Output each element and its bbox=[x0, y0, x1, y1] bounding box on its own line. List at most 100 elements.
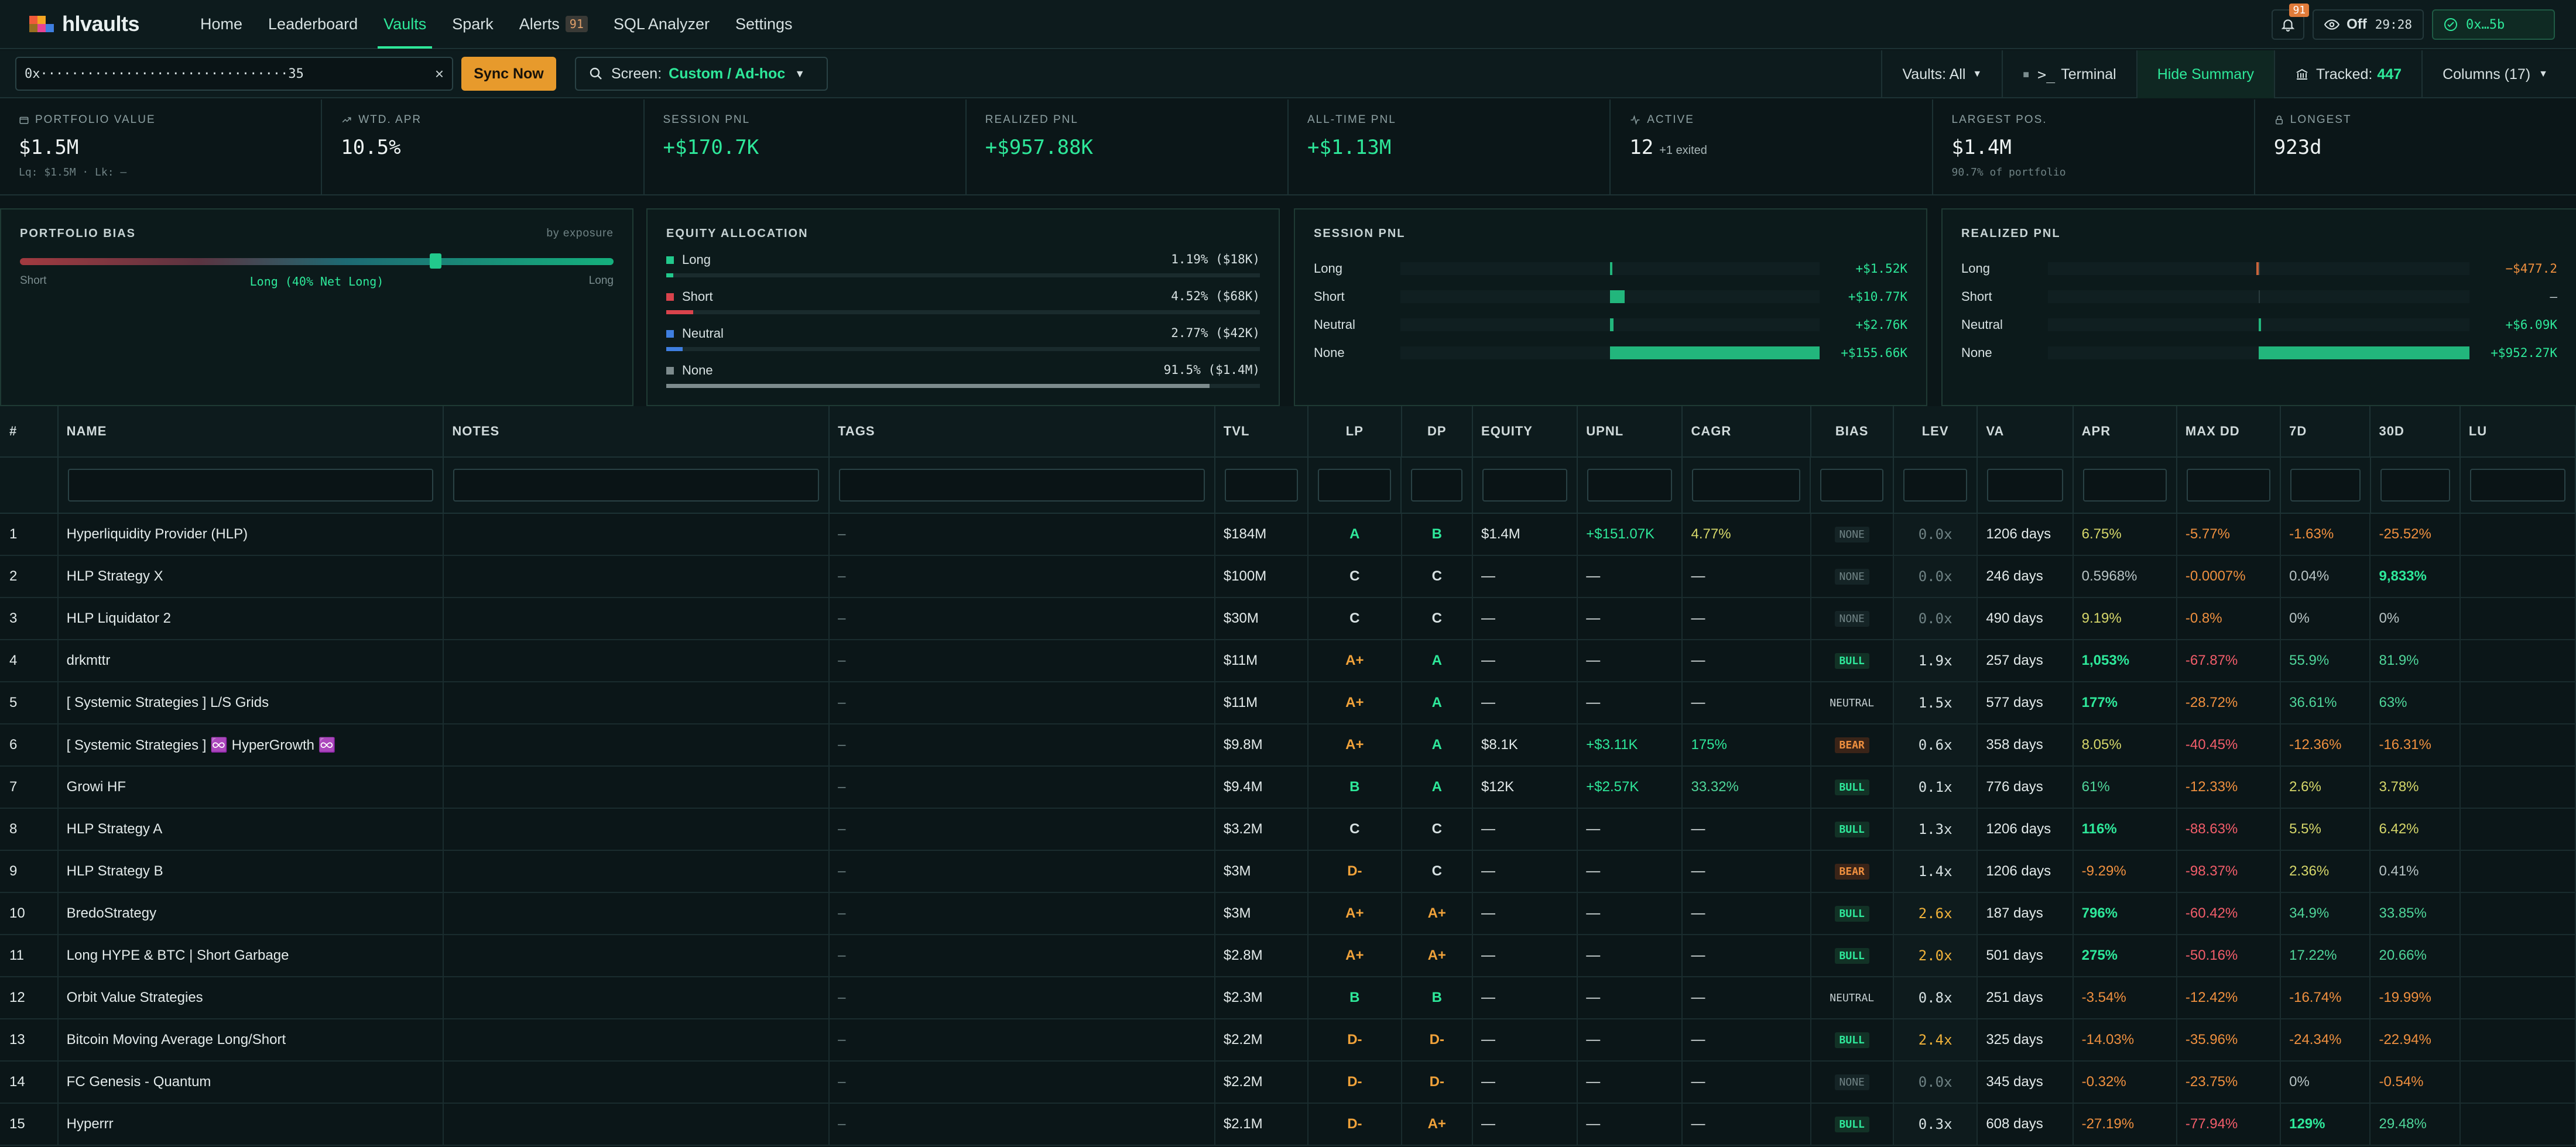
column-header--[interactable]: # bbox=[0, 406, 59, 456]
vault-name[interactable]: Orbit Value Strategies bbox=[67, 990, 203, 1006]
stat-value-text: 10.5% bbox=[341, 136, 401, 159]
screen-select[interactable]: Screen: Custom / Ad-hoc ▼ bbox=[575, 57, 828, 91]
clear-icon[interactable]: × bbox=[435, 65, 444, 83]
filter-input-tags[interactable] bbox=[839, 469, 1205, 502]
cell-tags: – bbox=[830, 514, 1215, 555]
table-row[interactable]: 15 Hyperrr – $2.1M D- A+ — — — BULL 0.3x 608 days -2… bbox=[0, 1104, 2576, 1146]
filter-input-name[interactable] bbox=[67, 469, 434, 502]
table-row[interactable]: 6 [ Systemic Strategies ] ♾️ HyperGrowth … bbox=[0, 724, 2576, 767]
table-row[interactable]: 3 HLP Liquidator 2 – $30M C C — — — NONE 0.0x 490 d… bbox=[0, 598, 2576, 640]
cell-text: -16.31% bbox=[2379, 737, 2431, 753]
vault-name[interactable]: HLP Liquidator 2 bbox=[67, 610, 171, 627]
column-header-bias[interactable]: BIAS bbox=[1811, 406, 1894, 456]
table-row[interactable]: 11 Long HYPE & BTC | Short Garbage – $2.8M A… bbox=[0, 935, 2576, 977]
wallet-button[interactable]: 0x…5b bbox=[2432, 9, 2555, 40]
notifications-button[interactable]: 91 bbox=[2272, 4, 2310, 40]
cell-d7: 0.04% bbox=[2281, 556, 2371, 597]
table-row[interactable]: 2 HLP Strategy X – $100M C C — — — NONE 0.0x 246 da… bbox=[0, 556, 2576, 598]
column-header-7d[interactable]: 7D bbox=[2281, 406, 2371, 456]
filter-input-lp[interactable] bbox=[1318, 469, 1392, 502]
nav-link-vaults[interactable]: Vaults bbox=[371, 0, 439, 49]
cell-text: 13 bbox=[9, 1032, 25, 1048]
column-header-lev[interactable]: LEV bbox=[1894, 406, 1978, 456]
column-header-cagr[interactable]: CAGR bbox=[1683, 406, 1811, 456]
table-row[interactable]: 12 Orbit Value Strategies – $2.3M B B — — — NEUTR… bbox=[0, 977, 2576, 1019]
table-row[interactable]: 10 BredoStrategy – $3M A+ A+ — — — BULL 2.6x 187 da… bbox=[0, 893, 2576, 935]
filter-input-notes[interactable] bbox=[453, 469, 820, 502]
cell-equity: — bbox=[1473, 893, 1578, 934]
vault-name[interactable]: BredoStrategy bbox=[67, 905, 156, 922]
tracked-count[interactable]: Tracked: 447 bbox=[2274, 50, 2421, 98]
hide-summary-button[interactable]: Hide Summary bbox=[2136, 50, 2274, 98]
filter-input-tvl[interactable] bbox=[1224, 469, 1299, 502]
nav-link-sql-analyzer[interactable]: SQL Analyzer bbox=[601, 0, 722, 49]
column-header-va[interactable]: VA bbox=[1978, 406, 2074, 456]
filter-input-va[interactable] bbox=[1987, 469, 2063, 502]
cell-text: 1.5x bbox=[1918, 695, 1952, 711]
column-header-apr[interactable]: APR bbox=[2074, 406, 2177, 456]
sync-now-button[interactable]: Sync Now bbox=[461, 57, 556, 91]
screen-label: Screen: bbox=[611, 65, 662, 82]
terminal-button[interactable]: ■ >_ Terminal bbox=[2002, 50, 2136, 98]
nav-link-spark[interactable]: Spark bbox=[439, 0, 506, 49]
filter-input-cagr[interactable] bbox=[1692, 469, 1801, 502]
privacy-toggle[interactable]: Off 29:28 bbox=[2313, 9, 2424, 40]
vault-name[interactable]: Hyperrr bbox=[67, 1116, 114, 1132]
vault-name[interactable]: Bitcoin Moving Average Long/Short bbox=[67, 1032, 286, 1048]
wallet-address: 0x…5b bbox=[2466, 17, 2505, 32]
column-header-dp[interactable]: DP bbox=[1402, 406, 1474, 456]
table-row[interactable]: 13 Bitcoin Moving Average Long/Short – $2.2… bbox=[0, 1019, 2576, 1062]
filter-input-lu[interactable] bbox=[2469, 469, 2566, 502]
cell-lev: 1.9x bbox=[1893, 640, 1978, 681]
vault-name[interactable]: [ Systemic Strategies ] ♾️ HyperGrowth ♾… bbox=[67, 737, 336, 754]
vault-name[interactable]: Hyperliquidity Provider (HLP) bbox=[67, 526, 248, 542]
column-header-equity[interactable]: EQUITY bbox=[1473, 406, 1578, 456]
vaults-filter[interactable]: Vaults: All ▼ bbox=[1881, 50, 2002, 98]
columns-button[interactable]: Columns (17) ▼ bbox=[2421, 50, 2576, 98]
vault-name[interactable]: HLP Strategy X bbox=[67, 568, 163, 585]
column-header-max-dd[interactable]: MAX DD bbox=[2177, 406, 2282, 456]
filter-input-equity[interactable] bbox=[1482, 469, 1568, 502]
vault-name[interactable]: Long HYPE & BTC | Short Garbage bbox=[67, 947, 289, 964]
column-header-notes[interactable]: NOTES bbox=[444, 406, 830, 456]
table-row[interactable]: 5 [ Systemic Strategies ] L/S Grids – $11M A… bbox=[0, 682, 2576, 724]
cell-text: A+ bbox=[1345, 737, 1364, 753]
cell-d7: 17.22% bbox=[2281, 935, 2371, 976]
address-input[interactable]: 0x································35 × bbox=[15, 57, 453, 91]
column-header-tvl[interactable]: TVL bbox=[1215, 406, 1309, 456]
filter-input-bias[interactable] bbox=[1820, 469, 1883, 502]
filter-input-apr[interactable] bbox=[2082, 469, 2167, 502]
nav-link-alerts[interactable]: Alerts 91 bbox=[506, 0, 601, 49]
brand-logo[interactable]: hlvaults bbox=[27, 12, 185, 36]
filter-input-upnl[interactable] bbox=[1587, 469, 1673, 502]
table-row[interactable]: 1 Hyperliquidity Provider (HLP) – $184M A B $1… bbox=[0, 514, 2576, 556]
filter-cell bbox=[830, 458, 1215, 513]
column-header-30d[interactable]: 30D bbox=[2371, 406, 2461, 456]
column-header-name[interactable]: NAME bbox=[59, 406, 444, 456]
table-row[interactable]: 7 Growi HF – $9.4M B A $12K +$2.57K 33.32% BULL 0.… bbox=[0, 767, 2576, 809]
filter-input-max-dd[interactable] bbox=[2186, 469, 2271, 502]
stat-value: +$170.7K bbox=[663, 136, 947, 159]
column-header-upnl[interactable]: UPNL bbox=[1578, 406, 1683, 456]
vault-name[interactable]: FC Genesis - Quantum bbox=[67, 1074, 211, 1090]
table-row[interactable]: 8 HLP Strategy A – $3.2M C C — — — BULL 1.3x 1206 d… bbox=[0, 809, 2576, 851]
vault-name[interactable]: HLP Strategy A bbox=[67, 821, 163, 837]
nav-link-leaderboard[interactable]: Leaderboard bbox=[255, 0, 371, 49]
column-header-tags[interactable]: TAGS bbox=[830, 406, 1215, 456]
nav-link-home[interactable]: Home bbox=[187, 0, 255, 49]
filter-input-dp[interactable] bbox=[1411, 469, 1462, 502]
table-row[interactable]: 14 FC Genesis - Quantum – $2.2M D- D- — — — NONE 0… bbox=[0, 1062, 2576, 1104]
cell-text: 1206 days bbox=[1986, 863, 2051, 879]
table-row[interactable]: 4 drkmttr – $11M A+ A — — — BULL 1.9x 257 days 1,053… bbox=[0, 640, 2576, 682]
filter-input-30d[interactable] bbox=[2380, 469, 2450, 502]
vault-name[interactable]: [ Systemic Strategies ] L/S Grids bbox=[67, 695, 269, 711]
vault-name[interactable]: drkmttr bbox=[67, 653, 111, 669]
filter-input-lev[interactable] bbox=[1903, 469, 1968, 502]
filter-input-7d[interactable] bbox=[2290, 469, 2361, 502]
vault-name[interactable]: HLP Strategy B bbox=[67, 863, 163, 880]
column-header-lp[interactable]: LP bbox=[1308, 406, 1402, 456]
column-header-lu[interactable]: LU bbox=[2461, 406, 2576, 456]
nav-link-settings[interactable]: Settings bbox=[722, 0, 806, 49]
table-row[interactable]: 9 HLP Strategy B – $3M D- C — — — BEAR 1.4x 1206 da… bbox=[0, 851, 2576, 893]
vault-name[interactable]: Growi HF bbox=[67, 779, 126, 795]
